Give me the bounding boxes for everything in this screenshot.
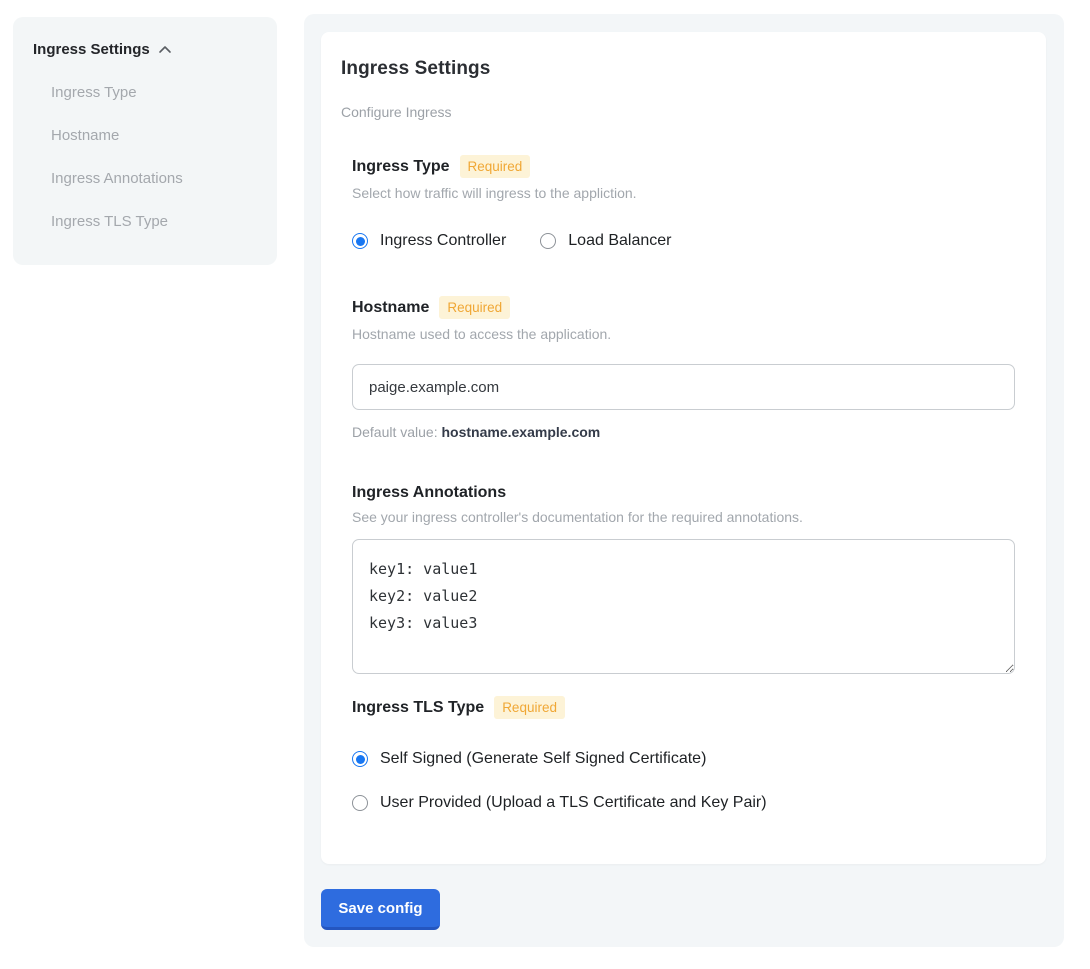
page-title: Ingress Settings [341, 58, 1015, 80]
settings-panel: Ingress Settings Configure Ingress Ingre… [304, 14, 1064, 947]
sidebar-group-ingress-settings[interactable]: Ingress Settings [33, 41, 257, 58]
ingress-annotations-textarea[interactable]: key1: value1 key2: value2 key3: value3 [352, 539, 1015, 674]
settings-sidebar: Ingress Settings Ingress Type Hostname I… [13, 17, 277, 265]
sidebar-item-hostname[interactable]: Hostname [51, 127, 257, 144]
save-config-button[interactable]: Save config [321, 889, 440, 930]
sidebar-item-ingress-tls-type[interactable]: Ingress TLS Type [51, 213, 257, 230]
section-hostname: Hostname Required Hostname used to acces… [352, 296, 1015, 440]
required-badge: Required [494, 696, 565, 719]
radio-user-provided[interactable]: User Provided (Upload a TLS Certificate … [352, 794, 1015, 812]
radio-unselected-icon [540, 233, 556, 249]
radio-ingress-controller-label: Ingress Controller [380, 232, 506, 250]
radio-selected-icon [352, 233, 368, 249]
sidebar-group-label: Ingress Settings [33, 41, 150, 58]
default-value-label: Default value: [352, 424, 442, 440]
sidebar-item-ingress-annotations[interactable]: Ingress Annotations [51, 170, 257, 187]
hostname-label: Hostname [352, 299, 429, 317]
sidebar-item-ingress-type[interactable]: Ingress Type [51, 84, 257, 101]
radio-load-balancer[interactable]: Load Balancer [540, 232, 671, 250]
required-badge: Required [460, 155, 531, 178]
section-ingress-annotations: Ingress Annotations See your ingress con… [352, 484, 1015, 674]
ingress-annotations-label: Ingress Annotations [352, 484, 506, 502]
ingress-type-label: Ingress Type [352, 158, 450, 176]
ingress-type-help: Select how traffic will ingress to the a… [352, 185, 1015, 201]
hostname-help: Hostname used to access the application. [352, 326, 1015, 342]
default-value-text: hostname.example.com [442, 424, 601, 440]
radio-load-balancer-label: Load Balancer [568, 232, 671, 250]
page-subtitle: Configure Ingress [341, 104, 1015, 120]
section-ingress-tls-type: Ingress TLS Type Required Self Signed (G… [352, 696, 1015, 812]
chevron-up-icon [158, 43, 172, 57]
required-badge: Required [439, 296, 510, 319]
ingress-annotations-help: See your ingress controller's documentat… [352, 509, 1015, 525]
radio-self-signed[interactable]: Self Signed (Generate Self Signed Certif… [352, 750, 1015, 768]
ingress-tls-type-label: Ingress TLS Type [352, 699, 484, 717]
radio-self-signed-label: Self Signed (Generate Self Signed Certif… [380, 750, 706, 768]
hostname-input[interactable] [352, 364, 1015, 410]
radio-user-provided-label: User Provided (Upload a TLS Certificate … [380, 794, 767, 812]
section-ingress-type: Ingress Type Required Select how traffic… [352, 155, 1015, 250]
radio-unselected-icon [352, 795, 368, 811]
hostname-default-value: Default value: hostname.example.com [352, 424, 1015, 440]
ingress-settings-card: Ingress Settings Configure Ingress Ingre… [321, 32, 1046, 864]
radio-selected-icon [352, 751, 368, 767]
radio-ingress-controller[interactable]: Ingress Controller [352, 232, 506, 250]
